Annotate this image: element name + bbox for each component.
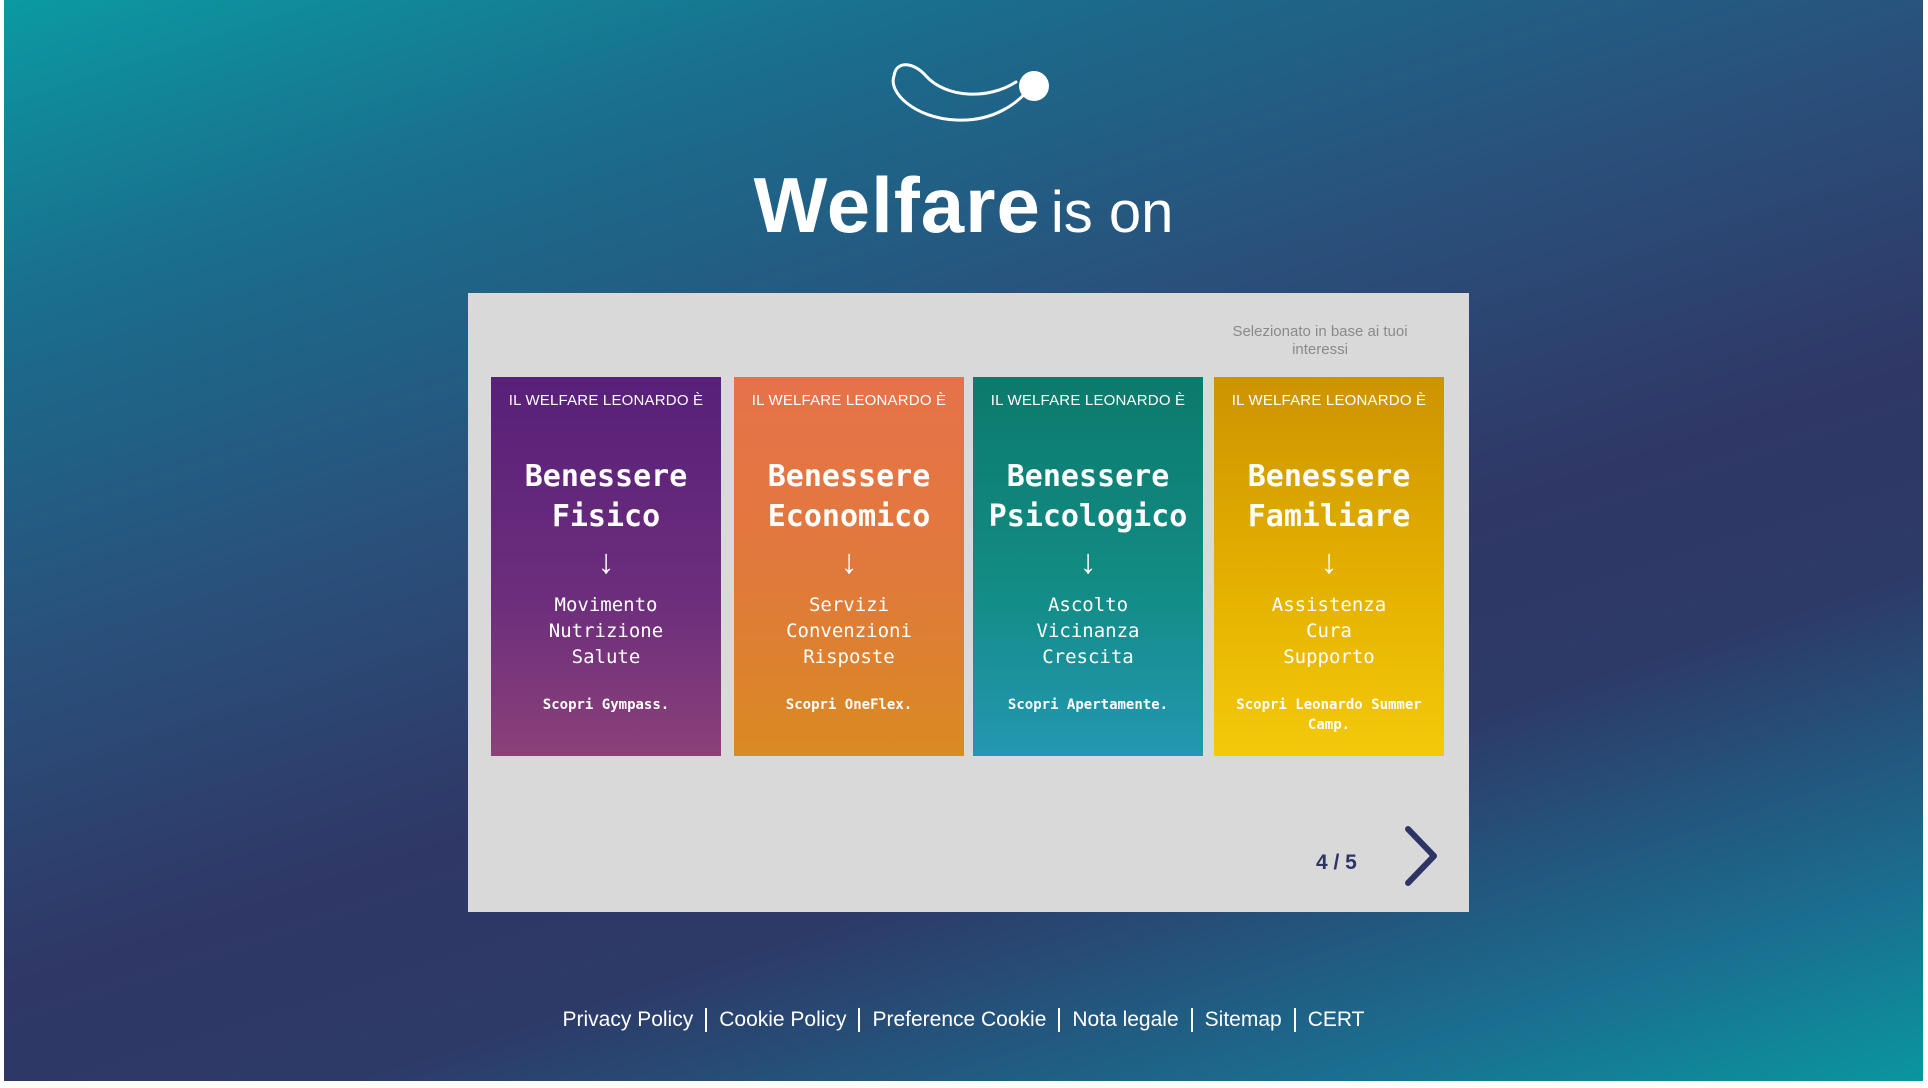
card-item: Cura xyxy=(1306,620,1352,642)
selection-note: Selezionato in base ai tuoi interessi xyxy=(1232,323,1408,358)
card-item: Salute xyxy=(571,646,641,668)
smile-logo-icon xyxy=(891,63,1049,122)
card-item: Vicinanza xyxy=(1036,620,1140,642)
card-items: Assistenza Cura Supporto xyxy=(1214,592,1444,670)
card-title: Benessere Fisico xyxy=(491,457,721,537)
card-title-line2: Familiare xyxy=(1247,499,1411,534)
hero-title: Welfare is on xyxy=(4,160,1923,251)
card-cta-link[interactable]: Scopri Apertamente. xyxy=(983,695,1193,715)
card-title-line1: Benessere xyxy=(1247,459,1411,494)
footer-link-cert[interactable]: CERT xyxy=(1308,1008,1365,1031)
card-item: Movimento xyxy=(554,594,658,616)
card-benessere-psicologico[interactable]: IL WELFARE LEONARDO È Benessere Psicolog… xyxy=(973,377,1203,756)
carousel-panel: Selezionato in base ai tuoi interessi IL… xyxy=(468,293,1469,912)
card-benessere-fisico[interactable]: IL WELFARE LEONARDO È Benessere Fisico ↓… xyxy=(491,377,721,756)
card-item: Ascolto xyxy=(1047,594,1129,616)
footer-separator xyxy=(1293,1008,1296,1033)
page-background: Welfare is on Selezionato in base ai tuoi… xyxy=(4,0,1923,1081)
card-title-line1: Benessere xyxy=(1006,459,1170,494)
card-title: Benessere Familiare xyxy=(1214,457,1444,537)
card-item: Crescita xyxy=(1042,646,1134,668)
chevron-right-icon xyxy=(1405,826,1437,886)
footer-link-sitemap[interactable]: Sitemap xyxy=(1205,1008,1282,1031)
footer-links: Privacy Policy Cookie Policy Preference Co… xyxy=(4,1008,1923,1033)
card-title-line2: Psicologico xyxy=(988,499,1188,534)
footer-link-privacy-policy[interactable]: Privacy Policy xyxy=(563,1008,694,1031)
arrow-down-icon: ↓ xyxy=(840,543,858,581)
hero-title-bold: Welfare xyxy=(753,161,1041,249)
card-kicker: IL WELFARE LEONARDO È xyxy=(990,392,1186,409)
card-item: Assistenza xyxy=(1271,594,1387,616)
footer-link-nota-legale[interactable]: Nota legale xyxy=(1072,1008,1178,1031)
card-title: Benessere Economico xyxy=(734,457,964,537)
footer-separator xyxy=(858,1008,861,1033)
pagination-counter: 4 / 5 xyxy=(1316,851,1357,874)
card-item: Supporto xyxy=(1283,646,1375,668)
footer-link-preference-cookie[interactable]: Preference Cookie xyxy=(872,1008,1046,1031)
footer-separator xyxy=(705,1008,708,1033)
arrow-down-icon: ↓ xyxy=(597,543,615,581)
card-title-line1: Benessere xyxy=(767,459,931,494)
card-kicker: IL WELFARE LEONARDO È xyxy=(1231,392,1427,409)
card-title: Benessere Psicologico xyxy=(973,457,1203,537)
card-kicker: IL WELFARE LEONARDO È xyxy=(508,392,704,409)
card-cta-link[interactable]: Scopri OneFlex. xyxy=(744,695,954,715)
card-kicker: IL WELFARE LEONARDO È xyxy=(751,392,947,409)
card-items: Movimento Nutrizione Salute xyxy=(491,592,721,670)
card-title-line2: Economico xyxy=(767,499,931,534)
card-title-line2: Fisico xyxy=(551,499,661,534)
card-title-line1: Benessere xyxy=(524,459,688,494)
arrow-down-icon: ↓ xyxy=(1079,543,1097,581)
card-items: Ascolto Vicinanza Crescita xyxy=(973,592,1203,670)
footer-separator xyxy=(1058,1008,1061,1033)
arrow-down-icon: ↓ xyxy=(1320,543,1338,581)
footer-separator xyxy=(1190,1008,1193,1033)
card-items: Servizi Convenzioni Risposte xyxy=(734,592,964,670)
card-item: Servizi xyxy=(808,594,890,616)
footer-link-cookie-policy[interactable]: Cookie Policy xyxy=(719,1008,846,1031)
next-button[interactable] xyxy=(1396,823,1446,889)
card-item: Risposte xyxy=(803,646,895,668)
card-item: Convenzioni xyxy=(786,620,912,642)
card-item: Nutrizione xyxy=(548,620,664,642)
hero-title-light: is on xyxy=(1050,180,1174,245)
card-cta-link[interactable]: Scopri Gympass. xyxy=(501,695,711,715)
card-benessere-economico[interactable]: IL WELFARE LEONARDO È Benessere Economic… xyxy=(734,377,964,756)
card-benessere-familiare[interactable]: IL WELFARE LEONARDO È Benessere Familiar… xyxy=(1214,377,1444,756)
card-cta-link[interactable]: Scopri Leonardo Summer Camp. xyxy=(1224,695,1434,735)
